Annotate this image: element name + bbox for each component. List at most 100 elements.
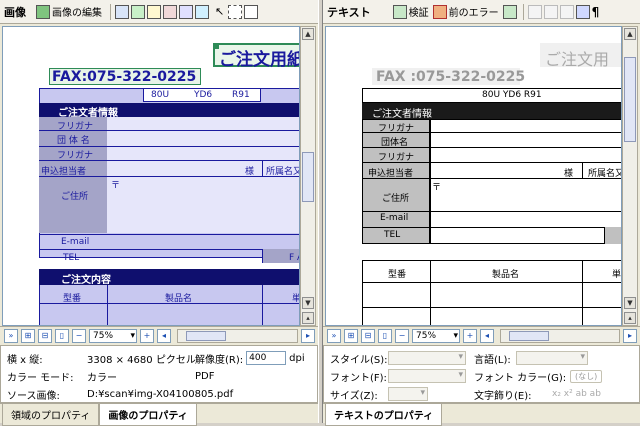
image-vertical-scrollbar[interactable]: ▲ ▼ ▴	[300, 26, 316, 326]
zoom-in-icon[interactable]: +	[463, 328, 477, 343]
insert-image-icon[interactable]	[575, 4, 590, 19]
image-horizontal-scrollbar[interactable]	[177, 328, 298, 343]
text-horizontal-scrollbar[interactable]	[500, 328, 620, 343]
pointer-icon[interactable]: ↖	[215, 5, 224, 18]
row-line	[362, 132, 621, 133]
scroll-thumb[interactable]	[302, 152, 314, 202]
scroll-up-icon[interactable]: ▲	[624, 28, 636, 40]
row-line	[39, 249, 299, 250]
split-view-icon[interactable]: ⊟	[38, 328, 52, 343]
column-view-icon[interactable]: ▯	[378, 328, 392, 343]
prev-error-button[interactable]: 前のエラー	[432, 4, 499, 19]
scroll-left-icon[interactable]: ◂	[157, 328, 171, 343]
background-picture-icon[interactable]	[179, 4, 193, 19]
recognized-fax: FAX :075-322-0225	[376, 69, 526, 85]
scroll-down-icon[interactable]: ▼	[302, 297, 314, 309]
scroll-page-icon[interactable]: ▴	[302, 312, 314, 324]
font-label: フォント(F):	[330, 372, 387, 384]
row-line	[362, 227, 621, 228]
color-mode-value: カラー	[87, 372, 117, 384]
code-2: YD6	[194, 90, 213, 100]
select-rect-icon[interactable]	[228, 4, 243, 19]
style-select[interactable]	[388, 351, 466, 365]
postal-mark: 〒	[111, 181, 121, 191]
font-color-select[interactable]: (なし)	[570, 369, 603, 383]
toolbar-separator	[522, 3, 524, 20]
scroll-right-icon[interactable]: ▸	[301, 328, 315, 343]
text-properties-panel: スタイル(S): 言語(L): フォント(F): フォント カラー(G): (な…	[323, 345, 640, 403]
fax-cell-label: F A	[289, 253, 299, 263]
scroll-down-icon[interactable]: ▼	[624, 297, 636, 309]
table-icon[interactable]	[195, 4, 209, 19]
text-zoom-bar: » ⊞ ⊟ ▯ − 75% + ◂ ▸	[323, 326, 640, 344]
size-select[interactable]	[388, 387, 428, 401]
grid-view-icon[interactable]: ⊞	[344, 328, 358, 343]
zoom-select[interactable]: 75%	[412, 328, 460, 343]
image-properties-panel: 横 x 縦: 3308 × 4680 ピクセル 解像度(R): 400 dpi …	[0, 345, 318, 403]
hscroll-thumb[interactable]	[186, 330, 226, 341]
edit-image-button[interactable]: 画像の編集	[36, 4, 102, 19]
decoration-buttons[interactable]: x₂ x² ab ab	[552, 389, 601, 399]
expand-icon[interactable]: »	[4, 328, 18, 343]
row-label-email: E-mail	[61, 237, 90, 247]
grid-view-icon[interactable]: ⊞	[21, 328, 35, 343]
color-mode-label: カラー モード:	[7, 372, 74, 384]
row-line	[362, 307, 621, 308]
format-value: PDF	[195, 370, 215, 382]
source-image-label: ソース画像:	[7, 390, 60, 402]
paste-icon[interactable]	[559, 4, 574, 19]
toolbar-separator	[110, 3, 111, 20]
scroll-right-icon[interactable]: ▸	[623, 328, 637, 343]
verify-button[interactable]: 検証	[392, 4, 429, 19]
picture-area-icon[interactable]	[163, 4, 177, 19]
resolution-input[interactable]: 400	[246, 351, 287, 365]
row-label-email: E-mail	[380, 213, 409, 223]
style-label: スタイル(S):	[330, 354, 388, 366]
row-line	[39, 176, 299, 177]
zoom-in-icon[interactable]: +	[140, 328, 154, 343]
row-line	[362, 282, 621, 283]
text-block-icon[interactable]	[147, 4, 161, 19]
text-viewport[interactable]: ご注文用 FAX :075-322-0225 80U YD6 R91 ご注文者情…	[325, 26, 622, 326]
language-select[interactable]	[516, 351, 588, 365]
font-select[interactable]	[388, 369, 466, 383]
pilcrow-icon[interactable]: ¶	[592, 5, 600, 19]
crop-icon[interactable]	[244, 4, 259, 19]
verify-icon	[392, 4, 407, 19]
scroll-up-icon[interactable]: ▲	[302, 28, 314, 40]
col-unit: 単	[612, 270, 622, 280]
recognized-codes: 80U YD6 R91	[482, 90, 542, 100]
text-vertical-scrollbar[interactable]: ▲ ▼ ▴	[622, 26, 638, 326]
image-toolbar: 画像 画像の編集 ↖	[0, 0, 318, 24]
row-line	[39, 146, 299, 147]
text-pane-title: テキスト	[327, 5, 371, 19]
column-view-icon[interactable]: ▯	[55, 328, 69, 343]
expand-icon[interactable]: »	[327, 328, 341, 343]
row-line	[362, 178, 621, 179]
table-area-icon[interactable]	[131, 4, 145, 19]
image-viewport[interactable]: ご注文用紙 FAX:075-322-0225 80U YD6 R91 ご注文者情…	[2, 26, 300, 326]
text-tabs: テキストのプロパティ	[323, 403, 640, 426]
image-pane-title: 画像	[4, 5, 26, 19]
fax-number: FAX:075-322-0225	[52, 69, 197, 85]
source-image-value: D:¥scan¥img-X04100805.pdf	[87, 388, 234, 400]
row-line	[39, 160, 299, 161]
scroll-thumb[interactable]	[624, 57, 636, 142]
split-view-icon[interactable]: ⊟	[361, 328, 375, 343]
scroll-page-icon[interactable]: ▴	[624, 312, 636, 324]
scroll-left-icon[interactable]: ◂	[480, 328, 494, 343]
next-error-icon[interactable]	[502, 4, 517, 19]
zoom-out-icon[interactable]: −	[72, 328, 86, 343]
zoom-select[interactable]: 75%	[89, 328, 137, 343]
cut-icon[interactable]	[527, 4, 542, 19]
text-pane: テキスト 検証 前のエラー ¶ ご注文用 FAX :075-322-0225 8…	[323, 0, 640, 426]
row-line	[362, 162, 621, 163]
zoom-out-icon[interactable]: −	[395, 328, 409, 343]
text-area-icon[interactable]	[115, 4, 129, 19]
row-label-address: ご住所	[382, 194, 410, 204]
hscroll-thumb[interactable]	[509, 330, 549, 341]
copy-icon[interactable]	[543, 4, 558, 19]
resolution-label: 解像度(R):	[195, 354, 244, 366]
row-line	[39, 130, 299, 131]
image-pane: 画像 画像の編集 ↖ ご注文用紙 FAX:075-322-0225 80U YD…	[0, 0, 318, 426]
